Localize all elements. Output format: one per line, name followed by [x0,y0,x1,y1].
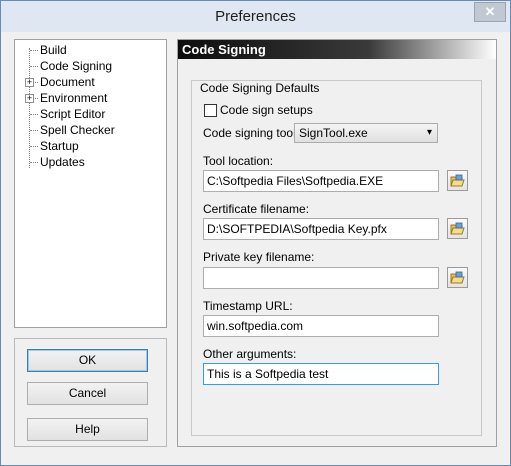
tree-item-updates[interactable]: Updates [15,154,165,170]
ok-button[interactable]: OK [27,349,148,372]
tree-item-spell-checker[interactable]: Spell Checker [15,122,165,138]
group-title: Code Signing Defaults [198,81,322,95]
other-arguments-label: Other arguments: [203,347,297,361]
private-key-filename-input[interactable] [203,267,439,289]
tree-item-label: Build [40,43,67,57]
browse-tool-location-button[interactable] [447,170,468,191]
category-tree[interactable]: Build Code Signing + Document + Environm… [14,39,167,328]
private-key-filename-label: Private key filename: [203,250,315,264]
close-button[interactable]: ✕ [474,2,506,22]
code-signing-tool-label: Code signing tool: [203,126,300,140]
code-signing-tool-select[interactable]: SignTool.exe ▾ [294,123,438,143]
browse-private-key-button[interactable] [447,267,468,288]
cancel-button[interactable]: Cancel [27,382,148,405]
code-sign-setups-label[interactable]: Code sign setups [220,103,313,117]
dialog-content: Build Code Signing + Document + Environm… [8,32,503,460]
panel-header: Code Signing [178,40,496,59]
folder-open-icon [450,174,465,187]
browse-certificate-button[interactable] [447,218,468,239]
preferences-window: Preferences ✕ Build Code Signing + Docum… [0,0,511,466]
dialog-buttons-group: OK Cancel Help [14,338,167,447]
tool-location-input[interactable]: C:\Softpedia Files\Softpedia.EXE [203,170,439,192]
chevron-down-icon: ▾ [426,127,432,138]
tree-item-label: Spell Checker [40,123,115,137]
certificate-filename-input[interactable]: D:\SOFTPEDIA\Softpedia Key.pfx [203,218,439,240]
tool-location-label: Tool location: [203,154,274,168]
tree-item-label: Code Signing [40,59,113,73]
code-signing-tool-value: SignTool.exe [299,126,368,140]
window-title: Preferences [215,8,296,25]
tree-item-label: Updates [40,155,85,169]
close-icon: ✕ [484,4,496,19]
tree-item-startup[interactable]: Startup [15,138,165,154]
tree-item-label: Environment [40,91,108,105]
title-bar: Preferences ✕ [1,1,510,32]
folder-open-icon [450,271,465,284]
tree-item-document[interactable]: + Document [15,74,165,90]
tree-item-environment[interactable]: + Environment [15,90,165,106]
other-arguments-input[interactable]: This is a Softpedia test [203,363,439,385]
tree-item-script-editor[interactable]: Script Editor [15,106,165,122]
tree-item-label: Script Editor [40,107,106,121]
timestamp-url-input[interactable]: win.softpedia.com [203,315,439,337]
expand-icon[interactable]: + [25,94,34,103]
expand-icon[interactable]: + [25,78,34,87]
help-button[interactable]: Help [27,418,148,441]
tree-item-label: Document [40,75,95,89]
tree-item-build[interactable]: Build [15,42,165,58]
tree-item-label: Startup [40,139,79,153]
settings-panel: Code Signing Code Signing Defaults Code … [177,39,497,447]
certificate-filename-label: Certificate filename: [203,202,310,216]
timestamp-url-label: Timestamp URL: [203,299,293,313]
tree-item-code-signing[interactable]: Code Signing [15,58,165,74]
code-sign-setups-checkbox[interactable] [204,104,217,117]
folder-open-icon [450,222,465,235]
